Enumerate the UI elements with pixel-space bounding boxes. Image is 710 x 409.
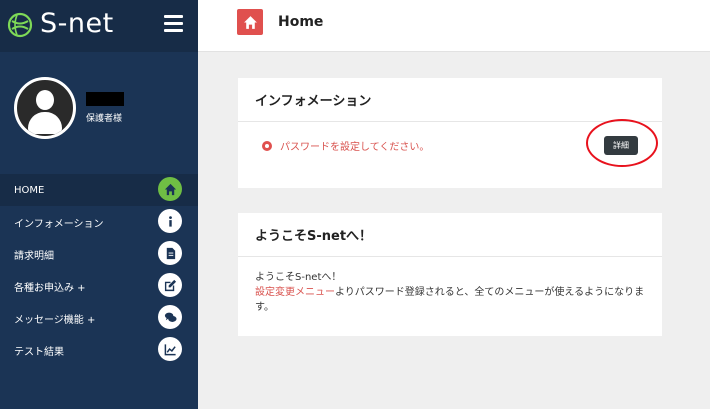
alert-message: パスワードを設定してください。 — [280, 142, 430, 153]
avatar — [14, 77, 76, 139]
chart-icon — [158, 337, 182, 361]
user-role: 保護者様 — [86, 114, 123, 124]
information-card-title: インフォメーション — [238, 78, 662, 122]
sidebar-menu: HOME インフォメーション 請求明細 各種お申込み + メッセージ機能 + テ… — [0, 174, 198, 366]
sidebar-item-test-results[interactable]: テスト結果 — [0, 334, 198, 366]
sidebar-item-messages[interactable]: メッセージ機能 + — [0, 302, 198, 334]
user-name-redacted — [86, 92, 124, 106]
menu-toggle-icon[interactable] — [164, 15, 183, 33]
settings-menu-link[interactable]: 設定変更メニュー — [255, 287, 335, 298]
home-icon — [237, 9, 263, 35]
page-title: Home — [278, 14, 324, 30]
info-icon — [158, 209, 182, 233]
home-icon — [158, 177, 182, 201]
brand-name: S-net — [40, 8, 114, 39]
welcome-instruction: 設定変更メニューよりパスワード登録されると、全てのメニューが使えるようになります… — [255, 285, 648, 315]
sidebar: S-net 保護者様 HOME インフォメーション 請求明細 各種お申込み + … — [0, 0, 198, 409]
alert-dot-icon — [262, 141, 272, 151]
file-icon — [158, 241, 182, 265]
detail-button[interactable]: 詳細 — [604, 136, 638, 155]
globe-logo-icon — [7, 12, 33, 38]
chat-icon — [158, 305, 182, 329]
user-profile: 保護者様 — [0, 52, 198, 169]
sidebar-item-home[interactable]: HOME — [0, 174, 198, 206]
information-card: インフォメーション パスワードを設定してください。 詳細 — [238, 78, 662, 188]
sidebar-item-applications[interactable]: 各種お申込み + — [0, 270, 198, 302]
alert-row: パスワードを設定してください。 詳細 — [238, 119, 662, 186]
welcome-card: ようこそS-netへ！ ようこそS-netへ！ 設定変更メニューよりパスワード登… — [238, 213, 662, 336]
sidebar-item-information[interactable]: インフォメーション — [0, 206, 198, 238]
brand-bar: S-net — [0, 0, 198, 52]
welcome-card-title: ようこそS-netへ！ — [238, 213, 662, 257]
edit-icon — [158, 273, 182, 297]
top-bar: Home — [198, 0, 710, 52]
sidebar-item-billing[interactable]: 請求明細 — [0, 238, 198, 270]
welcome-body: ようこそS-netへ！ 設定変更メニューよりパスワード登録されると、全てのメニュ… — [238, 257, 648, 315]
welcome-line: ようこそS-netへ！ — [255, 272, 342, 283]
